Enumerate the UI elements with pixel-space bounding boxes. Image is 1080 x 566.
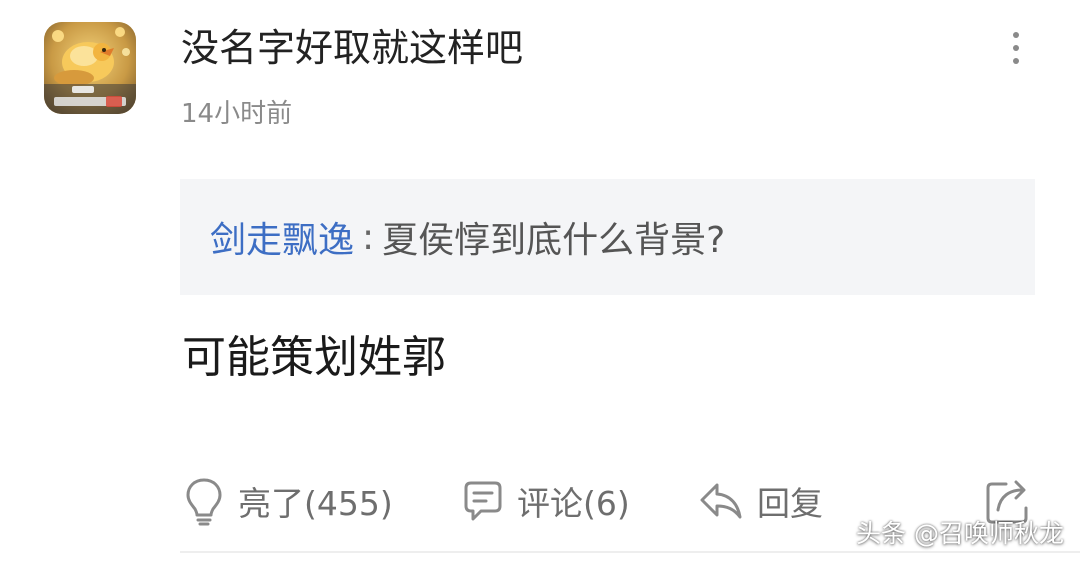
like-button[interactable]: 亮了(455)	[184, 473, 393, 529]
username[interactable]: 没名字好取就这样吧	[181, 22, 523, 74]
lightbulb-icon	[186, 478, 222, 526]
timestamp: 14小时前	[181, 99, 293, 129]
quote-separator: :	[362, 216, 375, 258]
avatar-image	[44, 22, 136, 114]
comment-button[interactable]: 评论(6)	[463, 473, 630, 529]
reply-arrow-icon	[700, 483, 742, 519]
reply-label: 回复	[757, 484, 823, 523]
divider	[180, 551, 1080, 553]
watermark: 头条 @召唤师秋龙	[856, 519, 1064, 548]
reply-button[interactable]: 回复	[699, 473, 823, 529]
comment-count-label: 评论(6)	[517, 484, 630, 523]
avatar[interactable]	[44, 22, 136, 114]
more-options-button[interactable]	[996, 26, 1036, 70]
more-vertical-icon	[1013, 32, 1019, 38]
quoted-comment[interactable]: 剑走飘逸 : 夏侯惇到底什么背景?	[180, 179, 1035, 295]
quote-author[interactable]: 剑走飘逸	[210, 211, 354, 263]
comment-bubble-icon	[464, 481, 502, 521]
quote-text: 夏侯惇到底什么背景?	[382, 220, 726, 261]
like-count-label: 亮了(455)	[238, 484, 393, 523]
comment-body: 可能策划姓郭	[182, 332, 446, 383]
